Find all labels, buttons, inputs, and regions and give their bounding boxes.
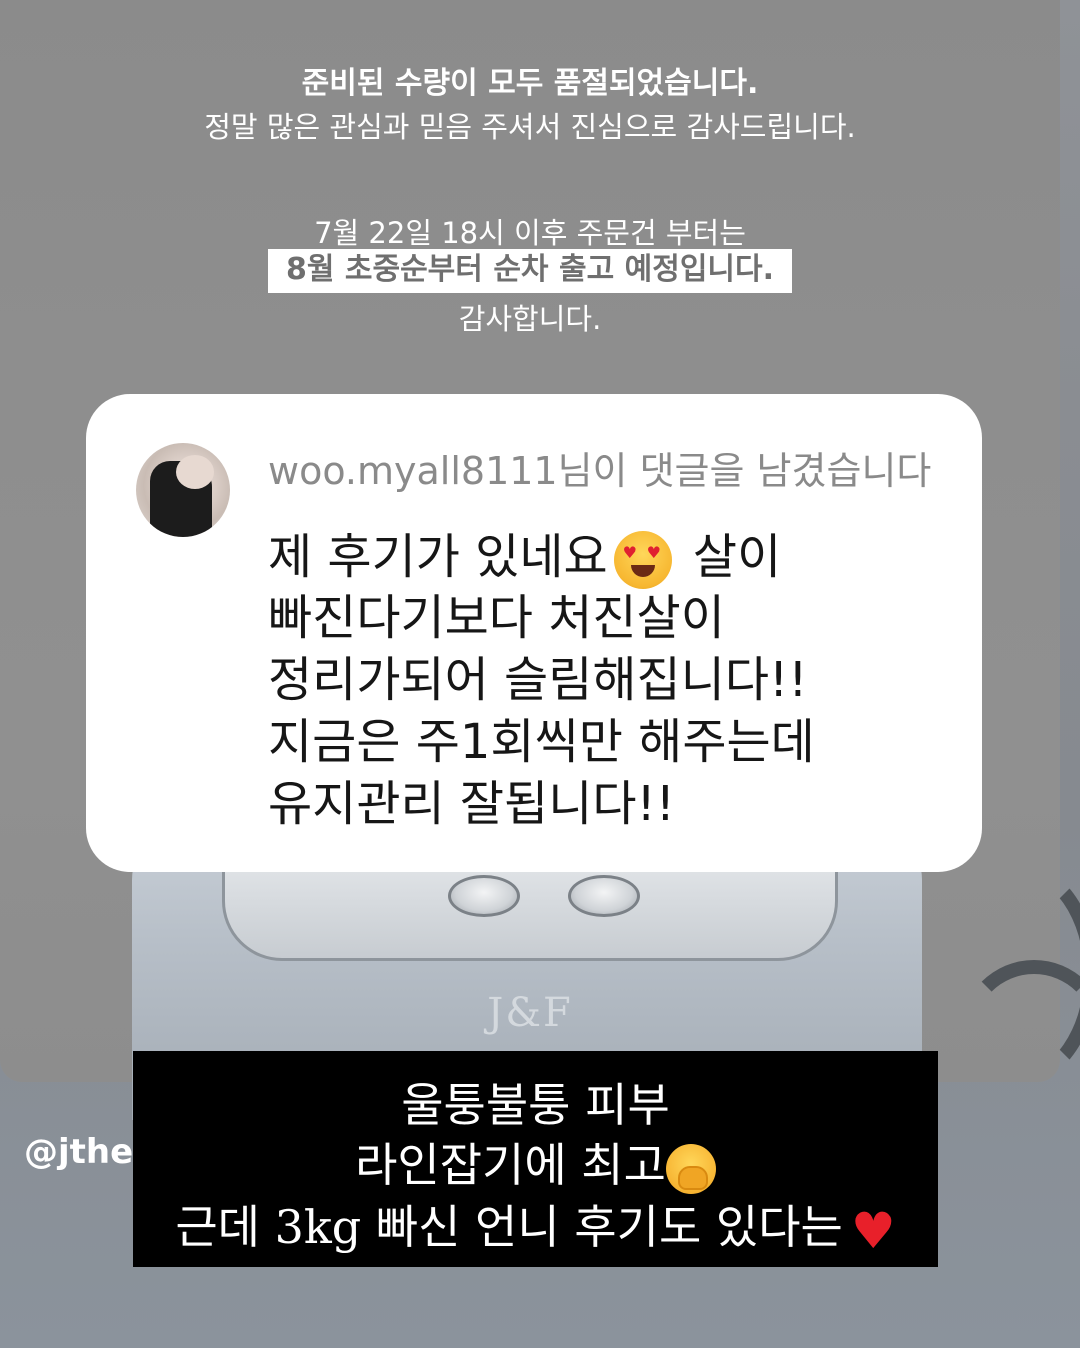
- comment-line-4: 지금은 주1회씩만 해주는데: [268, 714, 815, 770]
- caption-text: 라인잡기에 최고: [355, 1138, 666, 1192]
- notice-closing: 감사합니다.: [458, 302, 602, 336]
- comment-line-5: 유지관리 잘됩니다!!: [268, 776, 676, 832]
- comment-text: 제 후기가 있네요: [268, 529, 608, 585]
- avatar[interactable]: [136, 443, 230, 537]
- device-logo: J&F: [487, 990, 573, 1036]
- caption-line-2: 라인잡기에 최고: [133, 1129, 938, 1195]
- notice-date-line: 7월 22일 18시 이후 주문건 부터는: [314, 216, 746, 250]
- notice-highlight-row: 8월 초중순부터 순차 출고 예정입니다.: [0, 249, 1060, 293]
- device-button-left: [448, 875, 520, 917]
- hand-over-mouth-emoji-icon: [665, 1144, 716, 1194]
- notice-soldout: 준비된 수량이 모두 품절되었습니다.: [301, 66, 759, 101]
- caption-box: 울퉁불퉁 피부 라인잡기에 최고 근데 3kg 빠신 언니 후기도 있다는 ♥: [133, 1051, 938, 1267]
- notice-thanks-line: 정말 많은 관심과 믿음 주셔서 진심으로 감사드립니다.: [204, 110, 856, 144]
- caption-text: 근데 3kg 빠신 언니 후기도 있다는: [175, 1200, 843, 1254]
- caption-line-3: 근데 3kg 빠신 언니 후기도 있다는 ♥: [133, 1191, 938, 1260]
- red-heart-emoji-icon: ♥: [850, 1202, 896, 1260]
- avatar-shoulder: [176, 455, 214, 489]
- caption-line-1: 울퉁불퉁 피부: [401, 1078, 670, 1132]
- comment-text: 살이: [692, 529, 782, 585]
- notice-highlight: 8월 초중순부터 순차 출고 예정입니다.: [267, 249, 793, 293]
- comment-line-2: 빠진다기보다 처진살이: [268, 590, 725, 646]
- device-button-right: [568, 875, 640, 917]
- comment-author-header[interactable]: woo.myall8111님이 댓글을 남겼습니다: [268, 440, 931, 495]
- comment-line-3: 정리가되어 슬림해집니다!!: [268, 652, 808, 708]
- account-handle[interactable]: @jthef: [24, 1132, 148, 1172]
